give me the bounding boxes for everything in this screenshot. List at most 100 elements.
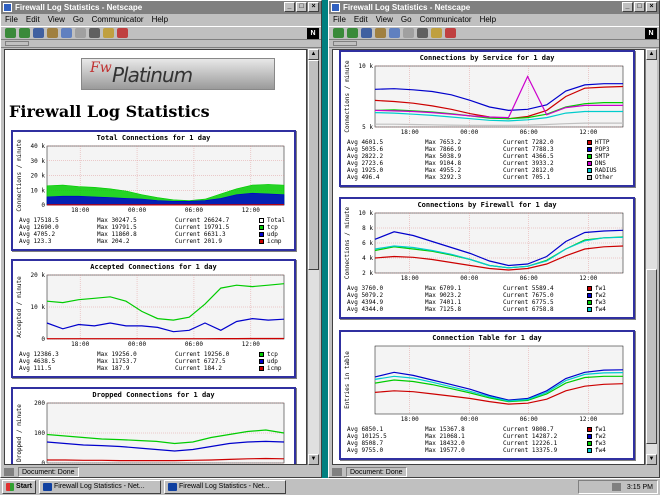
legend-label: Total (267, 217, 286, 224)
back-icon[interactable] (333, 28, 344, 38)
stat-max: Max 187.9 (97, 365, 130, 372)
stat-avg: Avg 4705.2 (19, 231, 56, 238)
legend-label: udp (267, 358, 278, 365)
maximize-button[interactable]: □ (634, 2, 645, 12)
location-toolbar-collapsed[interactable] (329, 40, 659, 48)
scroll-thumb[interactable] (308, 60, 319, 270)
legend-swatch (587, 307, 592, 312)
chart-connection-table: Connection Table for 1 day 18:00 00:00 06:0… (339, 330, 635, 460)
vertical-scrollbar[interactable]: ▲ ▼ (307, 49, 319, 465)
scroll-down-icon[interactable]: ▼ (646, 454, 657, 465)
legend-swatch (587, 293, 592, 298)
guide-icon[interactable] (75, 28, 86, 38)
menu-go[interactable]: Go (73, 14, 84, 26)
x-tick-label: 06:00 (520, 129, 538, 136)
legend-swatch (587, 300, 592, 305)
chart-stats: Avg 4601.5 Max 7653.2 Current 7282.0 HTTP Av… (347, 139, 625, 181)
menu-help[interactable]: Help (480, 14, 496, 26)
stats-row: Avg 1925.0 Max 4955.2 Current 2812.0 RADIUS (347, 167, 625, 174)
print-icon[interactable] (89, 28, 100, 38)
stat-max: Max 18432.0 (425, 440, 465, 447)
guide-icon[interactable] (403, 28, 414, 38)
home-icon[interactable] (375, 28, 386, 38)
stats-row: Avg 4705.2 Max 11860.8 Current 6631.3 udp (19, 231, 297, 238)
search-icon[interactable] (61, 28, 72, 38)
stat-cur: Current 6758.8 (503, 306, 554, 313)
start-button[interactable]: Start (2, 480, 36, 494)
menu-view[interactable]: View (48, 14, 65, 26)
forward-icon[interactable] (347, 28, 358, 38)
stat-cur: Current 7788.3 (503, 146, 554, 153)
stop-icon[interactable] (117, 28, 128, 38)
menu-communicator[interactable]: Communicator (92, 14, 144, 26)
minimize-button[interactable]: _ (622, 2, 633, 12)
back-icon[interactable] (5, 28, 16, 38)
home-icon[interactable] (47, 28, 58, 38)
menu-file[interactable]: File (333, 14, 346, 26)
y-tick-label: 20 k (31, 173, 46, 180)
legend-label: tcp (267, 351, 278, 358)
stat-avg: Avg 6850.1 (347, 426, 384, 433)
x-tick-label: 00:00 (128, 207, 146, 214)
scroll-up-icon[interactable]: ▲ (646, 49, 657, 60)
stat-avg: Avg 111.5 (19, 365, 52, 372)
menu-communicator[interactable]: Communicator (420, 14, 472, 26)
stat-max: Max 11860.8 (97, 231, 137, 238)
stat-max: Max 5038.9 (425, 153, 462, 160)
maximize-button[interactable]: □ (296, 2, 307, 12)
minimize-button[interactable]: _ (284, 2, 295, 12)
y-tick-label: 30 k (31, 158, 46, 165)
stat-max: Max 19577.0 (425, 447, 465, 454)
x-tick-label: 00:00 (460, 129, 478, 136)
legend-swatch (587, 448, 592, 453)
close-button[interactable]: × (646, 2, 657, 12)
taskbar-button-window-1[interactable]: Firewall Log Statistics - Net... (39, 480, 161, 494)
close-button[interactable]: × (308, 2, 319, 12)
stat-max: Max 204.2 (97, 238, 130, 245)
vertical-scrollbar[interactable]: ▲ ▼ (645, 49, 657, 465)
y-tick-label: 4 k (362, 255, 373, 262)
taskbar-button-window-2[interactable]: Firewall Log Statistics - Net... (164, 480, 286, 494)
clock[interactable]: 3:15 PM (627, 484, 653, 491)
legend-swatch (587, 147, 592, 152)
reload-icon[interactable] (33, 28, 44, 38)
stat-cur: Current 184.2 (175, 365, 222, 372)
stat-cur: Current 6775.5 (503, 299, 554, 306)
menu-view[interactable]: View (376, 14, 393, 26)
title-bar[interactable]: Firewall Log Statistics - Netscape _ □ × (329, 1, 659, 14)
security-icon[interactable] (431, 28, 442, 38)
stat-cur: Current 14287.2 (503, 433, 558, 440)
x-tick-label: 12:00 (579, 416, 597, 423)
volume-icon[interactable] (611, 483, 621, 491)
legend-swatch (587, 175, 592, 180)
stat-avg: Avg 4344.0 (347, 306, 384, 313)
menu-help[interactable]: Help (152, 14, 168, 26)
netscape-icon (168, 483, 177, 491)
menu-go[interactable]: Go (401, 14, 412, 26)
x-tick-label: 06:00 (185, 207, 203, 214)
scroll-thumb[interactable] (646, 269, 657, 444)
scroll-up-icon[interactable]: ▲ (308, 49, 319, 60)
stats-row: Avg 2822.2 Max 5038.9 Current 4366.5 SMTP (347, 153, 625, 160)
security-icon[interactable] (103, 28, 114, 38)
menu-file[interactable]: File (5, 14, 18, 26)
stats-row: Avg 4601.5 Max 7653.2 Current 7282.0 HTTP (347, 139, 625, 146)
menu-edit[interactable]: Edit (26, 14, 40, 26)
search-icon[interactable] (389, 28, 400, 38)
location-toolbar-collapsed[interactable] (1, 40, 321, 48)
scroll-down-icon[interactable]: ▼ (308, 454, 319, 465)
x-tick-label: 18:00 (401, 416, 419, 423)
print-icon[interactable] (417, 28, 428, 38)
chart-connections-by-firewall: Connections by Firewall for 1 day 2 k4 k6… (339, 197, 635, 319)
reload-icon[interactable] (361, 28, 372, 38)
menu-edit[interactable]: Edit (354, 14, 368, 26)
stat-cur: Current 19791.5 (175, 224, 230, 231)
title-bar[interactable]: Firewall Log Statistics - Netscape _ □ × (1, 1, 321, 14)
legend-swatch (587, 168, 592, 173)
stat-avg: Avg 4638.5 (19, 358, 56, 365)
stop-icon[interactable] (445, 28, 456, 38)
forward-icon[interactable] (19, 28, 30, 38)
stat-max: Max 3292.3 (425, 174, 462, 181)
status-bar: Document: Done (332, 466, 656, 477)
page-content: Fw Platinum Firewall Log Statistics Tota… (4, 49, 307, 465)
